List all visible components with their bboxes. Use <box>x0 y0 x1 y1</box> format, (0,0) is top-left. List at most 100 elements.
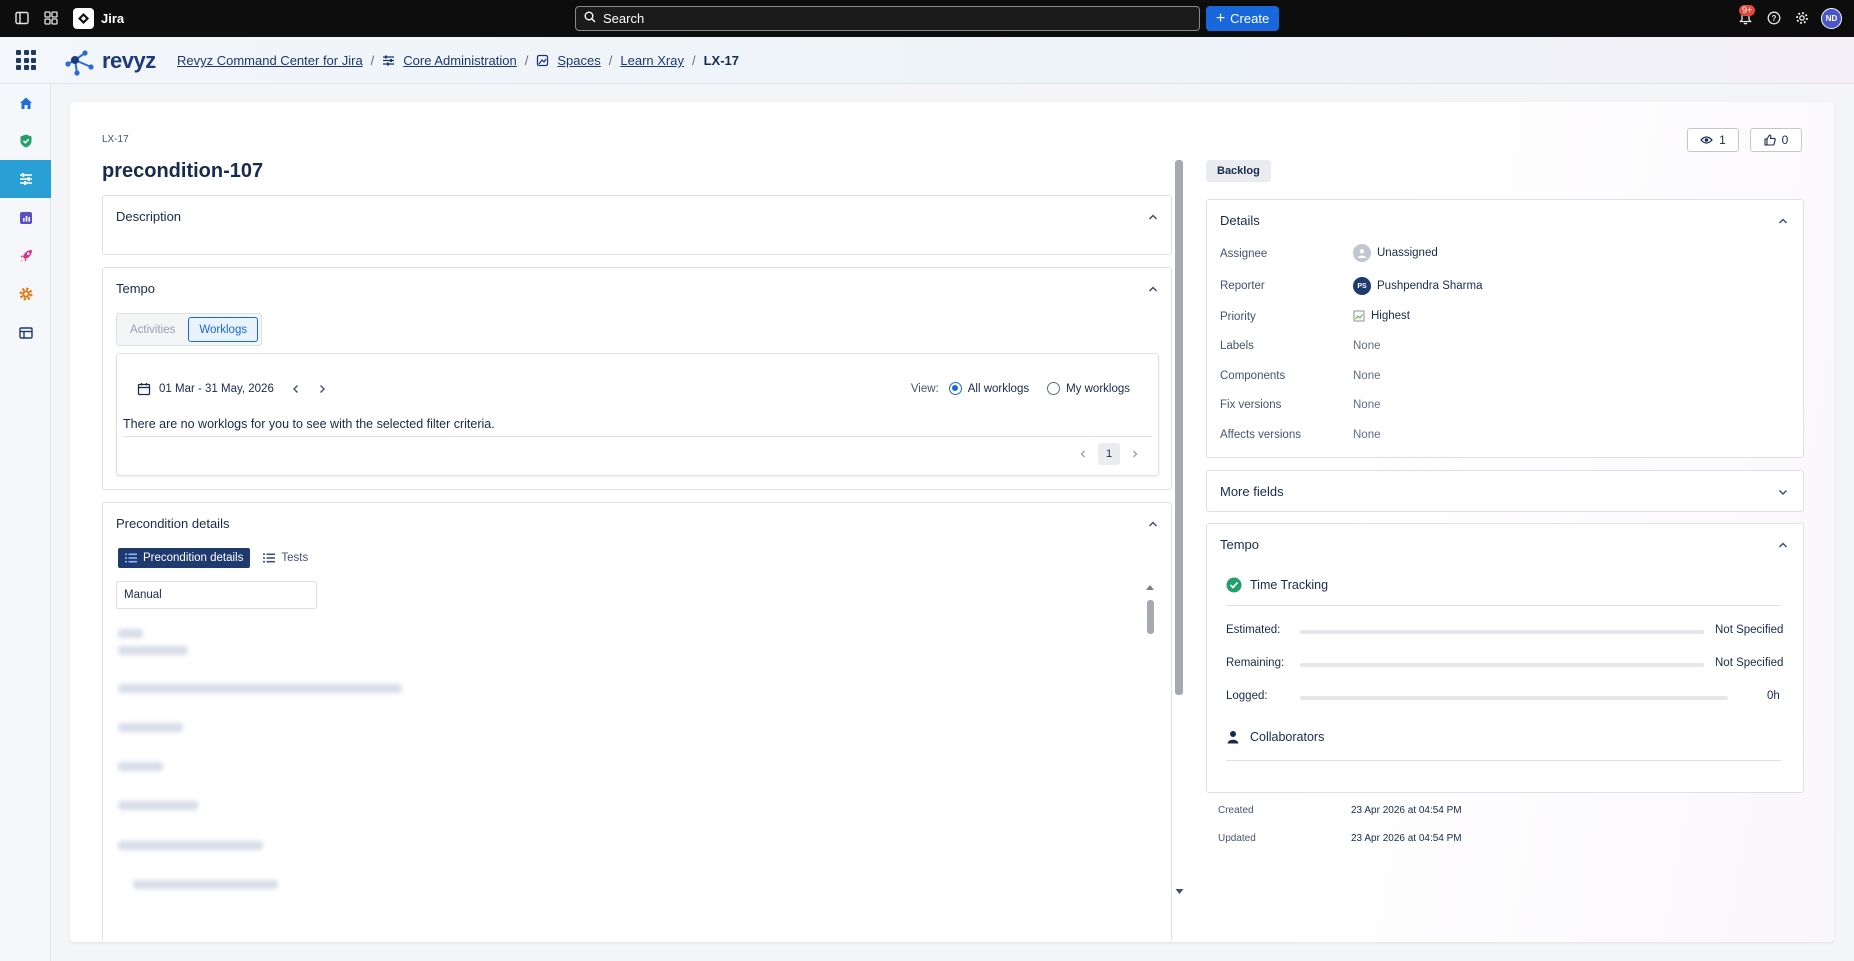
sliders-icon <box>382 54 395 67</box>
nav-home[interactable] <box>0 84 51 122</box>
chevron-up-icon[interactable] <box>1147 211 1159 223</box>
chevron-up-icon[interactable] <box>1777 215 1789 227</box>
breadcrumb-separator: / <box>370 53 375 68</box>
scroll-down-icon[interactable] <box>1175 888 1184 895</box>
radio-all-worklogs[interactable]: All worklogs <box>948 382 1029 395</box>
apps-grid-icon[interactable] <box>16 50 36 70</box>
breadcrumb-command-center[interactable]: Revyz Command Center for Jira <box>177 53 363 68</box>
remaining-label: Remaining: <box>1226 657 1285 669</box>
affects-versions-label: Affects versions <box>1220 429 1301 441</box>
precondition-type-value: Manual <box>124 589 162 601</box>
home-icon <box>19 97 32 109</box>
blurred-text <box>133 880 278 889</box>
precondition-type-field[interactable]: Manual <box>116 581 317 609</box>
nav-deploy[interactable] <box>0 237 51 275</box>
divider <box>1226 605 1781 606</box>
settings-icon[interactable] <box>1794 10 1810 26</box>
app-header: revyz Revyz Command Center for Jira / Co… <box>0 37 1854 84</box>
fix-versions-label: Fix versions <box>1220 399 1282 411</box>
tab-precondition-details[interactable]: Precondition details <box>118 548 251 568</box>
radio-my-worklogs[interactable]: My worklogs <box>1047 382 1130 395</box>
logged-value: 0h <box>1767 690 1780 702</box>
chevron-left-icon[interactable] <box>1078 449 1088 459</box>
more-fields-title[interactable]: More fields <box>1220 484 1284 499</box>
issue-key: LX-17 <box>102 134 129 145</box>
collaborators-label: Collaborators <box>1250 730 1325 744</box>
gear-icon <box>19 287 32 301</box>
blurred-text <box>118 801 198 810</box>
time-tracking-label: Time Tracking <box>1250 578 1329 592</box>
breadcrumb-spaces[interactable]: Spaces <box>557 53 600 68</box>
svg-text:?: ? <box>1772 14 1777 23</box>
calendar-icon <box>137 383 151 396</box>
tab-tests[interactable]: Tests <box>256 548 315 568</box>
spaces-icon <box>536 54 549 67</box>
app-switcher-icon[interactable] <box>43 10 59 26</box>
user-avatar[interactable]: ND <box>1821 8 1842 29</box>
more-fields-panel[interactable]: More fields <box>1206 470 1804 512</box>
help-icon[interactable]: ? <box>1766 10 1782 26</box>
precondition-tabs: Precondition details Tests <box>118 548 315 568</box>
jira-logo[interactable]: Jira <box>73 8 124 29</box>
list-icon <box>263 553 276 563</box>
vote-button[interactable]: 0 <box>1750 128 1802 152</box>
radio-button-selected[interactable] <box>948 382 962 395</box>
nav-security[interactable] <box>0 122 51 160</box>
date-range-picker[interactable]: 01 Mar - 31 May, 2026 <box>137 382 328 396</box>
description-title[interactable]: Description <box>116 209 181 224</box>
fix-versions-value[interactable]: None <box>1353 399 1381 411</box>
revyz-logo[interactable]: revyz <box>63 45 156 77</box>
sidebar-toggle-icon[interactable] <box>14 10 30 26</box>
time-tracking-header: Time Tracking <box>1226 577 1328 593</box>
sliders-icon <box>19 173 32 185</box>
chevron-up-icon[interactable] <box>1777 539 1789 551</box>
breadcrumb-core-administration[interactable]: Core Administration <box>403 53 516 68</box>
chevron-right-icon[interactable] <box>1130 449 1140 459</box>
tab-worklogs[interactable]: Worklogs <box>188 317 259 342</box>
details-title[interactable]: Details <box>1220 213 1260 228</box>
reporter-name: Pushpendra Sharma <box>1377 280 1483 292</box>
nav-administration[interactable] <box>0 160 51 198</box>
nav-reports[interactable] <box>0 199 51 237</box>
search-placeholder: Search <box>603 11 645 26</box>
issue-view: LX-17 precondition-107 1 0 Description T… <box>70 102 1834 942</box>
breadcrumb-learn-xray[interactable]: Learn Xray <box>620 53 684 68</box>
components-value[interactable]: None <box>1353 370 1381 382</box>
blurred-text <box>118 629 143 638</box>
chevron-down-icon[interactable] <box>1777 486 1789 498</box>
status-button[interactable]: Backlog <box>1206 160 1271 182</box>
chevron-up-icon[interactable] <box>1147 518 1159 530</box>
scroll-up-icon[interactable] <box>1145 583 1155 591</box>
assignee-name: Unassigned <box>1377 247 1438 259</box>
page-number[interactable]: 1 <box>1098 443 1120 465</box>
affects-versions-value[interactable]: None <box>1353 429 1381 441</box>
precondition-title[interactable]: Precondition details <box>116 516 229 531</box>
assignee-value[interactable]: Unassigned <box>1353 244 1438 262</box>
chevron-left-icon[interactable] <box>290 383 302 395</box>
nav-table[interactable] <box>0 314 51 352</box>
description-panel: Description <box>102 195 1172 255</box>
radio-button[interactable] <box>1047 382 1061 395</box>
main-scrollbar-thumb[interactable] <box>1175 160 1183 695</box>
issue-title: precondition-107 <box>102 160 264 182</box>
breadcrumb-separator: / <box>691 53 696 68</box>
chevron-right-icon[interactable] <box>316 383 328 395</box>
watch-button[interactable]: 1 <box>1687 128 1739 152</box>
tempo-side-title[interactable]: Tempo <box>1220 537 1259 552</box>
nav-settings[interactable] <box>0 275 51 313</box>
search-input[interactable]: Search <box>575 6 1200 31</box>
side-navigation <box>0 84 51 961</box>
inner-scrollbar-thumb[interactable] <box>1147 600 1154 634</box>
shield-check-icon <box>20 134 31 148</box>
labels-value[interactable]: None <box>1353 340 1381 352</box>
tab-activities[interactable]: Activities <box>120 317 185 342</box>
create-button[interactable]: + Create <box>1206 6 1279 31</box>
reporter-value[interactable]: PS Pushpendra Sharma <box>1353 277 1482 295</box>
tempo-title[interactable]: Tempo <box>116 281 155 296</box>
collaborators-header[interactable]: Collaborators <box>1226 730 1324 744</box>
priority-value[interactable]: Highest <box>1353 310 1410 322</box>
avatar: PS <box>1353 277 1371 295</box>
created-value: 23 Apr 2026 at 04:54 PM <box>1351 805 1462 816</box>
jira-logo-icon <box>73 8 94 29</box>
chevron-up-icon[interactable] <box>1147 283 1159 295</box>
